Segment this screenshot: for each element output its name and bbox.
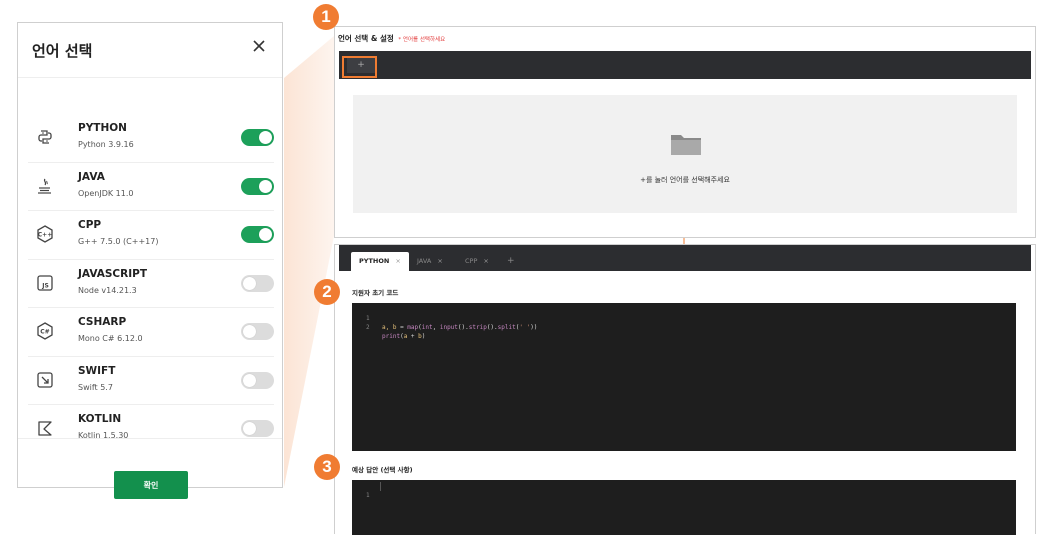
tab-java[interactable]: JAVA × [409, 252, 451, 271]
svg-text:C++: C++ [38, 232, 52, 239]
language-item-csharp[interactable]: C# CSHARP Mono C# 6.12.0 [28, 308, 274, 357]
code-text: a, b = map(int, input().strip().split(' … [382, 324, 538, 331]
line-number: 2 [366, 324, 370, 331]
code-text: print(a + b) [382, 333, 426, 340]
language-settings-panel: 언어 선택 & 설정 * 언어를 선택하세요 + +를 눌러 언어를 선택해주세… [334, 26, 1036, 238]
language-version: Mono C# 6.12.0 [78, 334, 143, 343]
javascript-toggle[interactable] [241, 274, 274, 292]
modal-header: 언어 선택 [18, 23, 282, 78]
tab-python[interactable]: PYTHON × [351, 252, 409, 271]
java-icon [38, 178, 51, 194]
toggle-knob [243, 325, 256, 338]
language-select-modal: 언어 선택 PYTHON Python 3.9.16 JAVA OpenJDK … [17, 22, 283, 499]
language-name: PYTHON [78, 122, 127, 134]
panel-hint: * 언어를 선택하세요 [398, 37, 446, 43]
panel-title: 언어 선택 & 설정 * 언어를 선택하세요 [338, 33, 445, 44]
language-version: OpenJDK 11.0 [78, 188, 134, 198]
expected-answer-editor[interactable]: 1 [352, 480, 1016, 535]
editor-cursor [380, 482, 381, 491]
panel-title-text: 언어 선택 & 설정 [338, 34, 394, 43]
step-badge-3: 3 [314, 454, 340, 480]
svg-text:C#: C# [40, 329, 49, 336]
close-icon[interactable] [250, 37, 268, 55]
empty-state-message: +를 눌러 언어를 선택해주세요 [640, 176, 730, 184]
language-name: JAVA [78, 170, 105, 183]
swift-icon [37, 371, 53, 388]
tab-label: CPP [465, 257, 478, 265]
language-tabs: PYTHON × JAVA × CPP × + [339, 245, 1031, 271]
highlight-box [342, 56, 377, 78]
svg-text:JS: JS [41, 282, 49, 289]
language-item-java[interactable]: JAVA OpenJDK 11.0 [28, 163, 274, 211]
toggle-knob [243, 276, 256, 290]
swift-toggle[interactable] [241, 371, 274, 389]
language-item-javascript[interactable]: JS JAVASCRIPT Node v14.21.3 [28, 260, 274, 308]
toggle-knob [259, 179, 272, 193]
toggle-knob [259, 228, 272, 241]
code-editor-panel: PYTHON × JAVA × CPP × + 지원자 초기 코드 1 a, b = … [334, 244, 1036, 535]
language-name: SWIFT [78, 364, 116, 377]
code-line: 1 a, b = map(int, input().strip().split(… [352, 305, 537, 331]
kotlin-icon [38, 421, 52, 436]
tab-label: JAVA [417, 257, 432, 265]
language-item-swift[interactable]: SWIFT Swift 5.7 [28, 357, 274, 405]
tab-close-icon[interactable]: × [437, 257, 442, 265]
python-icon [38, 130, 52, 144]
folder-icon [671, 135, 701, 155]
step-badge-1: 1 [313, 4, 339, 30]
javascript-icon: JS [37, 274, 53, 291]
language-list: PYTHON Python 3.9.16 JAVA OpenJDK 11.0 C… [28, 114, 274, 453]
initial-code-label: 지원자 초기 코드 [352, 289, 399, 297]
java-toggle[interactable] [241, 177, 274, 195]
modal-title: 언어 선택 [32, 42, 93, 60]
tab-close-icon[interactable]: × [395, 257, 400, 265]
add-tab-button[interactable]: + [507, 252, 515, 271]
language-name: KOTLIN [78, 413, 122, 425]
language-name: JAVASCRIPT [78, 267, 147, 280]
language-version: G++ 7.5.0 (C++17) [78, 237, 159, 246]
toggle-knob [243, 373, 256, 387]
code-line: 1 [352, 482, 374, 499]
kotlin-toggle[interactable] [241, 420, 274, 437]
language-version: Node v14.21.3 [78, 285, 137, 295]
python-toggle[interactable] [241, 129, 274, 146]
expected-answer-label: 예상 답안 (선택 사항) [352, 466, 413, 474]
language-version: Python 3.9.16 [78, 140, 134, 149]
code-line: 2 print(a + b) [352, 314, 425, 340]
language-tab-bar: + [339, 51, 1031, 79]
empty-state: +를 눌러 언어를 선택해주세요 [353, 95, 1017, 213]
tab-label: PYTHON [359, 257, 390, 265]
tab-cpp[interactable]: CPP × [457, 252, 497, 271]
line-number: 1 [366, 492, 370, 499]
csharp-toggle[interactable] [241, 323, 274, 340]
language-item-cpp[interactable]: C++ CPP G++ 7.5.0 (C++17) [28, 211, 274, 260]
cpp-toggle[interactable] [241, 226, 274, 243]
tab-close-icon[interactable]: × [483, 257, 488, 265]
toggle-knob [243, 422, 256, 435]
language-name: CSHARP [78, 316, 127, 328]
step-badge-2: 2 [314, 279, 340, 305]
language-item-python[interactable]: PYTHON Python 3.9.16 [28, 114, 274, 163]
language-version: Swift 5.7 [78, 382, 113, 392]
initial-code-editor[interactable]: 1 a, b = map(int, input().strip().split(… [352, 303, 1016, 451]
modal-footer: 확인 [18, 438, 282, 499]
confirm-button[interactable]: 확인 [114, 471, 188, 499]
cpp-icon: C++ [37, 225, 53, 243]
language-name: CPP [78, 219, 102, 231]
toggle-knob [259, 131, 272, 144]
csharp-icon: C# [37, 322, 53, 340]
